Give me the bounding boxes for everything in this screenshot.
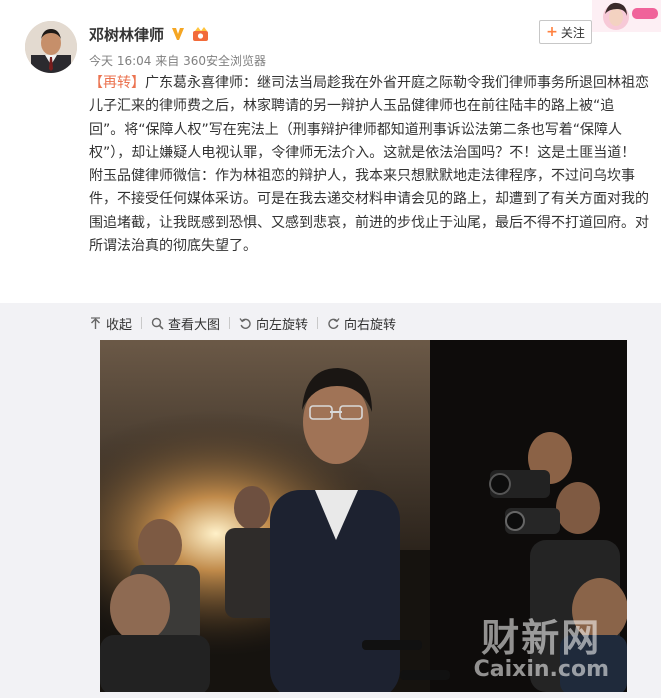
post-photo[interactable]: 财新网 Caixin.com — [100, 340, 627, 692]
caixin-watermark: 财新网 Caixin.com — [474, 618, 609, 682]
toolbar-divider — [229, 317, 231, 329]
rotate-left-label: 向左旋转 — [256, 317, 309, 333]
weibo-card: 邓树林律师 今天 16:04 来自 360安全浏览器 + 关注 【再转】广东葛永… — [0, 0, 661, 698]
magnifier-icon — [151, 317, 164, 330]
repost-tag: 【再转】 — [89, 75, 145, 91]
rotate-right-icon — [328, 317, 340, 329]
image-toolbar: 收起 查看大图 向左旋转 向右旋转 — [89, 313, 396, 333]
plus-icon: + — [546, 24, 558, 40]
rotate-right-button[interactable]: 向右旋转 — [327, 314, 396, 333]
watermark-cn: 财新网 — [481, 616, 602, 660]
follow-label: 关注 — [560, 25, 585, 40]
post-time[interactable]: 今天 16:04 — [89, 54, 151, 68]
view-large-button[interactable]: 查看大图 — [151, 314, 220, 333]
toolbar-divider — [141, 317, 143, 329]
follow-button[interactable]: + 关注 — [539, 20, 592, 44]
verified-v-icon — [172, 28, 185, 40]
post-source[interactable]: 360安全浏览器 — [183, 54, 266, 68]
view-large-label: 查看大图 — [168, 317, 221, 333]
rotate-right-label: 向右旋转 — [344, 317, 397, 333]
promo-avatar-image[interactable] — [592, 0, 661, 32]
author-row: 邓树林律师 — [89, 23, 210, 45]
watermark-en: Caixin.com — [473, 657, 609, 682]
post-meta: 今天 16:04 来自 360安全浏览器 — [89, 52, 266, 69]
vip-badge-icon[interactable] — [192, 26, 210, 42]
arrow-up-icon — [91, 316, 100, 329]
rotate-left-button[interactable]: 向左旋转 — [239, 314, 308, 333]
post-body: 【再转】广东葛永喜律师：继司法当局趁我在外省开庭之际勒令我们律师事务所退回林祖恋… — [89, 72, 661, 258]
toolbar-divider — [317, 317, 319, 329]
collapse-label: 收起 — [106, 317, 133, 333]
source-prefix: 来自 — [155, 54, 180, 68]
post-content: 广东葛永喜律师：继司法当局趁我在外省开庭之际勒令我们律师事务所退回林祖恋儿子汇来… — [89, 75, 661, 255]
collapse-button[interactable]: 收起 — [89, 314, 132, 333]
author-name[interactable]: 邓树林律师 — [89, 24, 164, 45]
rotate-left-icon — [239, 317, 251, 329]
author-avatar[interactable] — [25, 21, 77, 73]
